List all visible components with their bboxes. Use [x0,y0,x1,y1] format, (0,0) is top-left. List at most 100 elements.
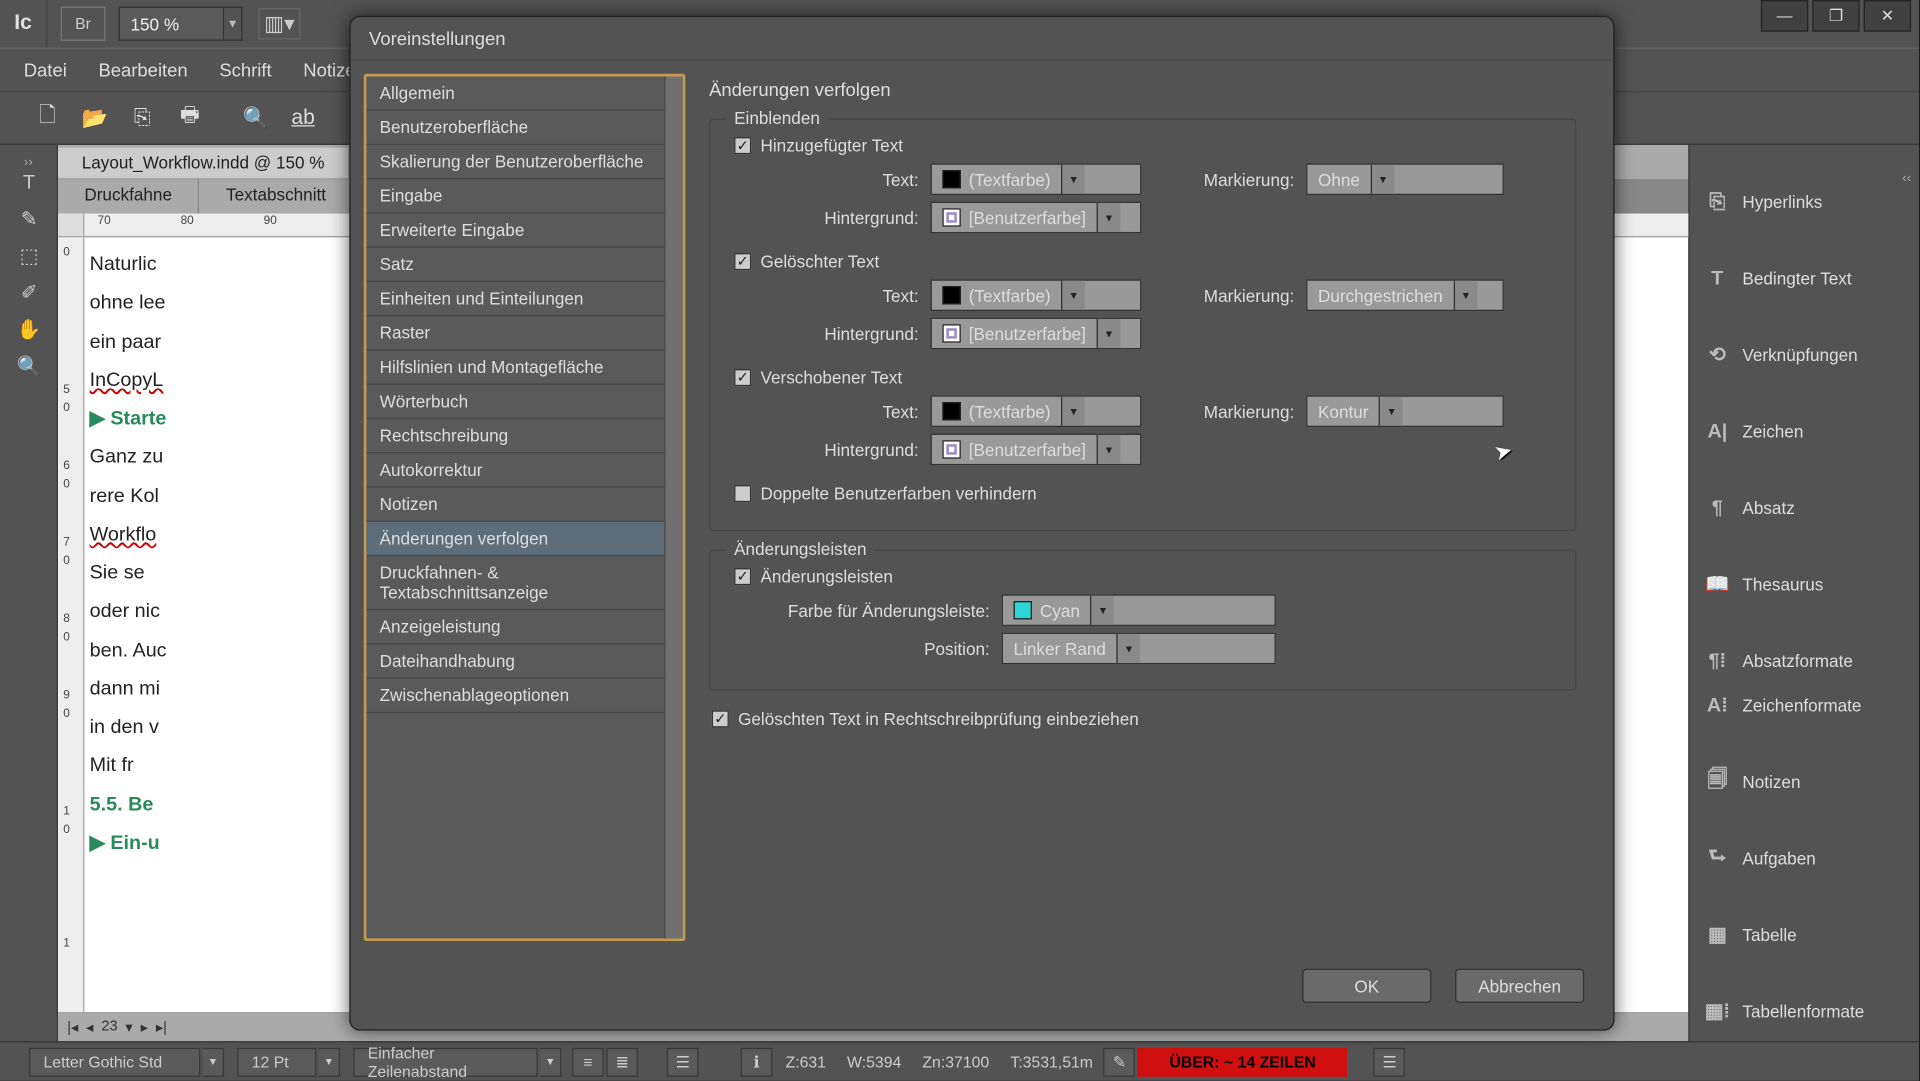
sidebar-item-clipboard[interactable]: Zwischenablageoptionen [366,679,682,713]
added-marking-dropdown[interactable]: Ohne ▼ [1306,163,1504,195]
view-tab-story[interactable]: Textabschnitt [200,179,354,213]
changebar-color-dropdown[interactable]: Cyan ▼ [1002,594,1276,626]
character-styles-icon: A⁞ [1703,693,1732,717]
eyedropper-tool-icon[interactable]: ✐ [0,274,58,311]
search-icon[interactable]: 🔍 [237,100,274,137]
sidebar-item-dictionary[interactable]: Wörterbuch [366,385,682,419]
bridge-icon[interactable]: Br [61,7,106,41]
added-text-color-dropdown[interactable]: (Textfarbe) ▼ [931,163,1142,195]
status-menu2-icon[interactable]: ☰ [1374,1047,1406,1076]
new-icon[interactable]: 🗋 [29,100,66,137]
deleted-text-checkbox[interactable]: ✓ [734,253,751,270]
view-tab-galley[interactable]: Druckfahne [58,179,200,213]
sidebar-scrollbar[interactable] [664,76,682,938]
minimize-button[interactable]: — [1761,0,1808,32]
prevent-duplicate-colors-label: Doppelte Benutzerfarben verhindern [760,484,1036,504]
sidebar-item-type[interactable]: Eingabe [366,179,682,213]
panel-notes[interactable]: 🗐Notizen [1690,759,1919,804]
panel-hyperlinks[interactable]: ⎘Hyperlinks [1690,179,1919,224]
status-info-icon[interactable]: ℹ [741,1047,773,1076]
panel-paragraph[interactable]: ¶Absatz [1690,485,1919,530]
panel-conditional-text[interactable]: TBedingter Text [1690,256,1919,301]
moved-bg-color-dropdown[interactable]: [Benutzerfarbe] ▼ [931,434,1142,466]
added-bg-color-dropdown[interactable]: [Benutzerfarbe] ▼ [931,202,1142,234]
zoom-dropdown-icon[interactable]: ▼ [224,7,242,41]
added-text-label: Hinzugefügter Text [760,136,903,156]
close-button[interactable]: ✕ [1864,0,1911,32]
save-icon[interactable]: ⎘ [124,100,161,137]
sidebar-item-general[interactable]: Allgemein [366,76,682,110]
moved-text-color-dropdown[interactable]: (Textfarbe) ▼ [931,395,1142,427]
open-icon[interactable]: 📂 [76,100,113,137]
sidebar-item-composition[interactable]: Satz [366,248,682,282]
panel-links[interactable]: ⟲Verknüpfungen [1690,332,1919,377]
menu-type[interactable]: Schrift [204,59,288,80]
status-size[interactable]: 12 Pt [237,1047,316,1076]
sidebar-item-spelling[interactable]: Rechtschreibung [366,419,682,453]
maximize-button[interactable]: ❐ [1812,0,1859,32]
deleted-text-color-dropdown[interactable]: (Textfarbe) ▼ [931,279,1142,311]
hand-tool-icon[interactable]: ✋ [0,311,58,348]
status-leading[interactable]: Einfacher Zeilenabstand [353,1047,538,1076]
panel-character[interactable]: A|Zeichen [1690,409,1919,454]
ok-button[interactable]: OK [1302,969,1431,1003]
menu-edit[interactable]: Bearbeiten [83,59,204,80]
zoom-tool-icon[interactable]: 🔍 [0,348,58,385]
sidebar-item-notes[interactable]: Notizen [366,488,682,522]
chevron-down-icon: ▼ [1116,634,1140,663]
sidebar-item-file-handling[interactable]: Dateihandhabung [366,645,682,679]
status-align-icon[interactable]: ≡ [572,1047,604,1076]
include-deleted-spellcheck-label: Gelöschten Text in Rechtschreibprüfung e… [738,709,1139,729]
sidebar-item-interface[interactable]: Benutzeroberfläche [366,111,682,145]
preferences-sidebar[interactable]: Allgemein Benutzeroberfläche Skalierung … [364,74,686,941]
status-note-icon[interactable]: ✎ [1104,1047,1136,1076]
zoom-input[interactable]: 150 % [119,7,224,41]
status-menu-icon[interactable]: ☰ [667,1047,699,1076]
assignments-icon: ⮑ [1703,846,1732,870]
deleted-bg-color-dropdown[interactable]: [Benutzerfarbe] ▼ [931,318,1142,350]
changebars-label: Änderungsleisten [760,567,892,587]
note-tool-icon[interactable]: ✎ [0,200,58,237]
sidebar-item-units[interactable]: Einheiten und Einteilungen [366,282,682,316]
moved-text-checkbox[interactable]: ✓ [734,369,751,386]
sidebar-item-guides[interactable]: Hilfslinien und Montagefläche [366,351,682,385]
panel-character-styles[interactable]: A⁞Zeichenformate [1690,683,1919,728]
chevron-down-icon: ▼ [1061,165,1085,194]
chevron-down-icon: ▼ [1370,165,1394,194]
status-w: W:5394 [837,1052,912,1070]
print-icon[interactable]: 🖶 [171,100,208,137]
layout-icon[interactable]: ▥▾ [258,8,300,40]
panel-table-styles[interactable]: ▦⁞Tabellenformate [1690,988,1919,1033]
sidebar-item-ui-scaling[interactable]: Skalierung der Benutzeroberfläche [366,145,682,179]
cancel-button[interactable]: Abbrechen [1455,969,1584,1003]
sidebar-item-track-changes[interactable]: Änderungen verfolgen [366,522,682,556]
spellcheck-icon[interactable]: ab [285,100,322,137]
panel-paragraph-styles[interactable]: ¶⁞Absatzformate [1690,638,1919,683]
menu-file[interactable]: Datei [8,59,83,80]
status-font[interactable]: Letter Gothic Std [29,1047,200,1076]
table-icon: ▦ [1703,923,1732,947]
changebar-position-dropdown[interactable]: Linker Rand ▼ [1002,633,1276,665]
added-text-checkbox[interactable]: ✓ [734,137,751,154]
sidebar-item-story-display[interactable]: Druckfahnen- & Textabschnittsanzeige [366,556,682,610]
changebars-checkbox[interactable]: ✓ [734,568,751,585]
status-zn: Zn:37100 [912,1052,1000,1070]
status-align2-icon[interactable]: ≣ [606,1047,638,1076]
sidebar-item-advanced-type[interactable]: Erweiterte Eingabe [366,214,682,248]
include-deleted-spellcheck-checkbox[interactable]: ✓ [712,710,729,727]
panel-table[interactable]: ▦Tabelle [1690,912,1919,957]
panel-assignments[interactable]: ⮑Aufgaben [1690,836,1919,881]
sidebar-item-display-perf[interactable]: Anzeigeleistung [366,610,682,644]
moved-marking-dropdown[interactable]: Kontur ▼ [1306,395,1504,427]
content-heading: Änderungen verfolgen [709,79,1576,100]
chevron-down-icon: ▼ [1090,596,1114,625]
overset-indicator: ÜBER: ~ 14 ZEILEN [1138,1047,1348,1076]
sidebar-item-autocorrect[interactable]: Autokorrektur [366,453,682,487]
right-panels: ‹‹ ⎘Hyperlinks TBedingter Text ⟲Verknüpf… [1688,145,1919,1041]
position-tool-icon[interactable]: ⬚ [0,237,58,274]
deleted-marking-dropdown[interactable]: Durchgestrichen ▼ [1306,279,1504,311]
preferences-dialog: Voreinstellungen Allgemein Benutzeroberf… [349,16,1614,1031]
prevent-duplicate-colors-checkbox[interactable] [734,485,751,502]
sidebar-item-grids[interactable]: Raster [366,316,682,350]
panel-thesaurus[interactable]: 📖Thesaurus [1690,561,1919,606]
